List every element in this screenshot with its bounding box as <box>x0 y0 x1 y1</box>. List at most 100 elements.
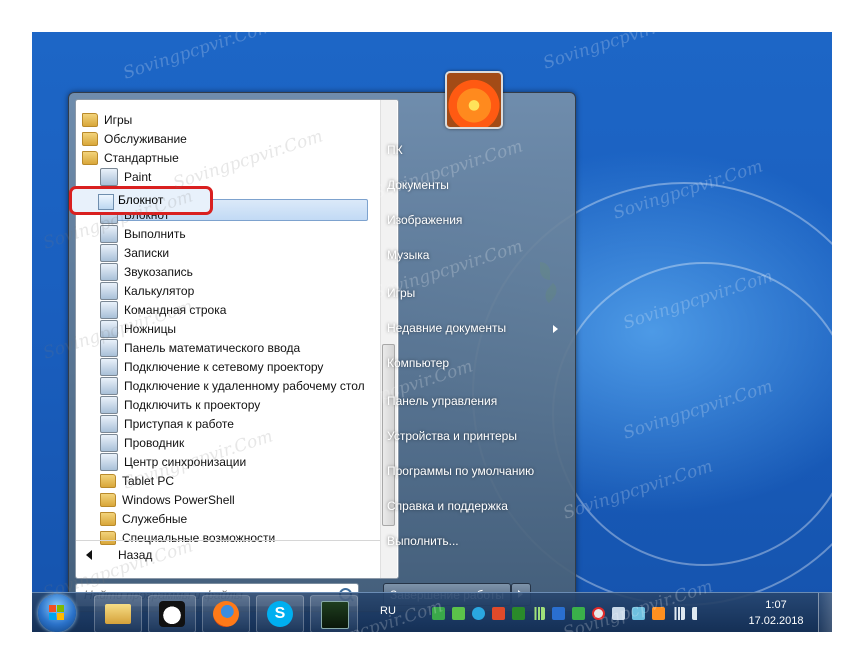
program-label: Панель математического ввода <box>124 340 301 355</box>
program-item[interactable]: Paint <box>100 167 384 186</box>
taskbar: S RU 1:07 17.02.2018 <box>32 592 832 632</box>
right-menu-item[interactable]: Справка и поддержка <box>387 499 508 513</box>
right-menu-item[interactable]: ПК <box>387 143 403 157</box>
tray-check-icon[interactable] <box>452 607 465 620</box>
program-item[interactable]: Подключить к проектору <box>100 395 384 414</box>
program-label: Служебные <box>122 511 188 526</box>
program-item[interactable]: Калькулятор <box>100 281 384 300</box>
folder-icon <box>82 112 98 127</box>
skype-icon: S <box>267 601 293 627</box>
program-label: Windows PowerShell <box>122 492 235 507</box>
program-label: Проводник <box>124 435 185 450</box>
folder-icon <box>100 530 116 545</box>
program-label: Записки <box>124 245 170 260</box>
sync-center-icon <box>100 452 118 471</box>
tray-orange-icon[interactable] <box>652 607 665 620</box>
taskbar-explorer-button[interactable] <box>94 595 142 632</box>
program-item[interactable]: Подключение к сетевому проектору <box>100 357 384 376</box>
program-item[interactable]: Tablet PC <box>100 471 384 490</box>
scissors-icon <box>100 319 118 338</box>
program-item[interactable]: Windows PowerShell <box>100 490 384 509</box>
program-item[interactable]: Ножницы <box>100 319 384 338</box>
firefox-icon <box>213 601 239 627</box>
tray-network-icon[interactable] <box>552 607 565 620</box>
notepad-label: Блокнот <box>118 193 164 207</box>
program-label: Подключение к удаленному рабочему стол <box>124 378 365 393</box>
microphone-icon <box>100 262 118 281</box>
program-item[interactable]: Проводник <box>100 433 384 452</box>
program-item[interactable]: Приступая к работе <box>100 414 384 433</box>
notepad-icon <box>98 194 114 210</box>
tray-telegram-icon[interactable] <box>472 607 485 620</box>
program-item[interactable]: Записки <box>100 243 384 262</box>
right-menu-item[interactable]: Игры <box>387 286 415 300</box>
desktop: ИгрыОбслуживаниеСтандартныеPaintWordPadБ… <box>32 32 832 632</box>
right-menu-item[interactable]: Выполнить... <box>387 534 459 548</box>
program-item[interactable]: Подключение к удаленному рабочему стол <box>100 376 384 395</box>
right-menu-item[interactable]: Изображения <box>387 213 462 227</box>
program-label: Командная строка <box>124 302 227 317</box>
folder-icon <box>100 511 116 526</box>
program-item[interactable]: Специальные возможности <box>100 528 384 547</box>
program-label: Выполнить <box>124 226 186 241</box>
tray-flag-icon[interactable] <box>492 607 505 620</box>
volume-icon[interactable] <box>692 607 705 620</box>
tray-app2-icon[interactable] <box>572 607 585 620</box>
program-label: Калькулятор <box>124 283 195 298</box>
show-desktop-button[interactable] <box>818 593 832 632</box>
tray-record-icon[interactable] <box>592 607 605 620</box>
getting-started-icon <box>100 414 118 433</box>
command-prompt-icon <box>100 300 118 319</box>
right-menu-item[interactable]: Панель управления <box>387 394 497 408</box>
tray-signal-icon[interactable] <box>532 607 545 620</box>
submenu-arrow-icon <box>553 325 558 333</box>
right-menu-item[interactable]: Компьютер <box>387 356 449 370</box>
back-button[interactable]: Назад <box>86 548 152 562</box>
program-label: Ножницы <box>124 321 177 336</box>
taskbar-panda-button[interactable] <box>148 595 196 632</box>
network-projector-icon <box>100 357 118 376</box>
program-label: Центр синхронизации <box>124 454 247 469</box>
calculator-icon <box>100 281 118 300</box>
programs-pane: ИгрыОбслуживаниеСтандартныеPaintWordPadБ… <box>75 99 399 579</box>
right-menu-item[interactable]: Программы по умолчанию <box>387 464 534 478</box>
program-label: Tablet PC <box>122 473 175 488</box>
program-item[interactable]: Панель математического ввода <box>100 338 384 357</box>
taskbar-task-manager-button[interactable] <box>310 595 358 632</box>
right-menu-item[interactable]: Музыка <box>387 248 429 262</box>
program-item[interactable]: Служебные <box>100 509 384 528</box>
start-menu: ИгрыОбслуживаниеСтандартныеPaintWordPadБ… <box>68 71 576 612</box>
notepad-highlight-box[interactable]: Блокнот <box>69 186 213 215</box>
tray-green-icon[interactable] <box>512 607 525 620</box>
tray-pen-icon[interactable] <box>632 607 645 620</box>
back-label: Назад <box>118 548 153 562</box>
program-item[interactable]: Командная строка <box>100 300 384 319</box>
language-indicator[interactable]: RU <box>380 605 396 617</box>
user-avatar[interactable] <box>445 71 503 129</box>
taskbar-firefox-button[interactable] <box>202 595 250 632</box>
program-item[interactable]: Центр синхронизации <box>100 452 384 471</box>
start-button[interactable] <box>38 594 76 632</box>
right-menu-item[interactable]: Устройства и принтеры <box>387 429 517 443</box>
run-icon <box>100 224 118 243</box>
folder-icon <box>100 492 116 507</box>
program-label: Игры <box>104 112 133 127</box>
program-item[interactable]: Стандартные <box>82 148 366 167</box>
tray-wifi-icon[interactable] <box>672 607 685 620</box>
taskbar-skype-button[interactable]: S <box>256 595 304 632</box>
back-arrow-icon <box>86 550 92 560</box>
tray-window-icon[interactable] <box>612 607 625 620</box>
program-label: Приступая к работе <box>124 416 234 431</box>
right-menu-item[interactable]: Документы <box>387 178 449 192</box>
program-item[interactable]: Выполнить <box>100 224 384 243</box>
program-item[interactable]: Обслуживание <box>82 129 366 148</box>
program-item[interactable]: Звукозапись <box>100 262 384 281</box>
sticky-notes-icon <box>100 243 118 262</box>
projector-icon <box>100 395 118 414</box>
folder-icon <box>82 150 98 165</box>
program-item[interactable]: Игры <box>82 110 366 129</box>
tray-app-icon[interactable] <box>432 607 445 620</box>
right-menu-item[interactable]: Недавние документы <box>387 321 506 335</box>
folder-icon <box>82 131 98 146</box>
clock[interactable]: 1:07 17.02.2018 <box>746 597 806 629</box>
